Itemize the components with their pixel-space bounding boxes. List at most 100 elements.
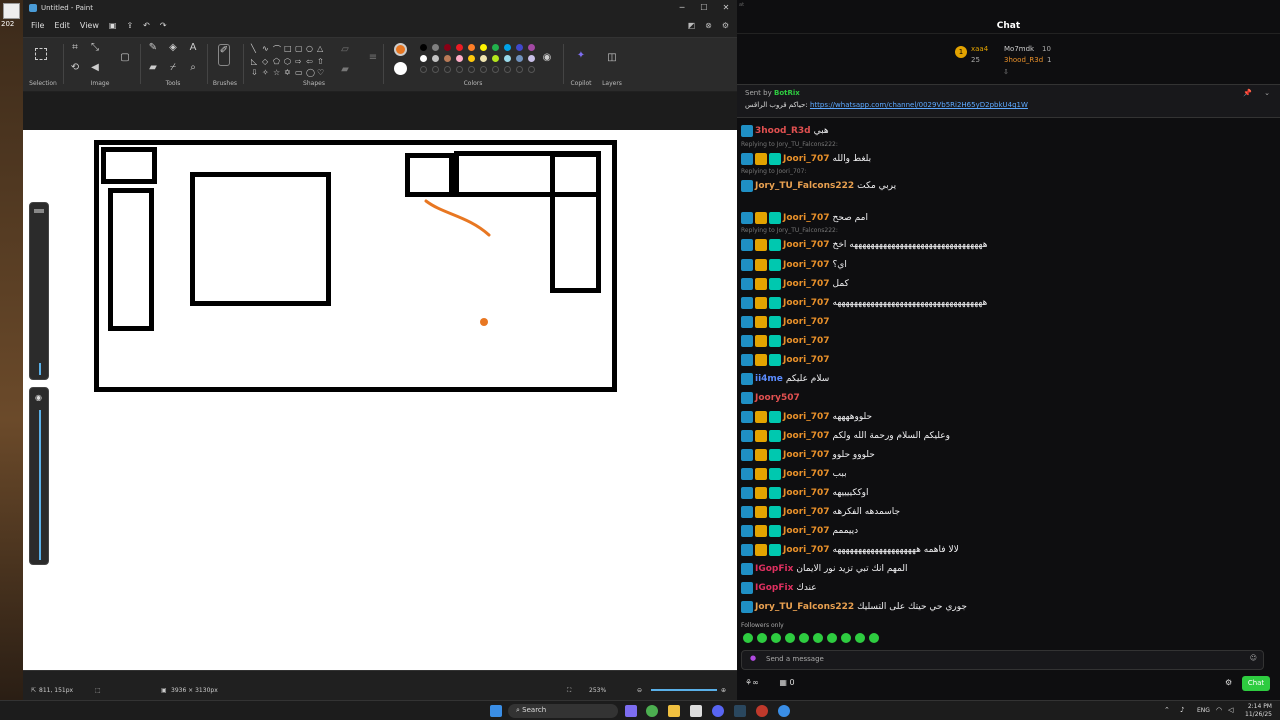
primary-color-swatch[interactable]	[394, 43, 407, 56]
share-icon[interactable]: ⇪	[126, 21, 133, 30]
store-icon[interactable]	[690, 705, 702, 717]
chat-username[interactable]: IGopFix	[755, 583, 793, 593]
emote-icon[interactable]	[743, 633, 753, 643]
file-explorer-icon[interactable]	[668, 705, 680, 717]
color-swatch[interactable]	[528, 55, 535, 62]
expand-icon[interactable]: ⇩	[1003, 68, 1009, 76]
opacity-slider[interactable]: ◉	[29, 387, 49, 565]
chrome-icon[interactable]	[646, 705, 658, 717]
pin-bot-name[interactable]: BotRix	[774, 89, 800, 97]
rotate-icon[interactable]: ⟲	[69, 62, 81, 74]
save-icon[interactable]: ▣	[109, 21, 117, 30]
brush-size-slider[interactable]	[29, 202, 49, 380]
emote-icon[interactable]	[841, 633, 851, 643]
chat-username[interactable]: Joory507	[755, 393, 800, 403]
empty-color-slot[interactable]	[456, 66, 463, 73]
pencil-icon[interactable]: ✎	[147, 42, 159, 54]
emote-icon[interactable]	[771, 633, 781, 643]
language-indicator[interactable]: ENG	[1197, 707, 1210, 714]
emote-icon[interactable]	[855, 633, 865, 643]
chat-username[interactable]: Joori_707	[783, 507, 830, 517]
gift-icon[interactable]: ▦	[779, 678, 787, 687]
layers-icon[interactable]: ◫	[606, 52, 618, 64]
chat-username[interactable]: Joori_707	[783, 213, 830, 223]
zoom-level[interactable]: 253%	[589, 687, 606, 694]
color-swatch[interactable]	[492, 55, 499, 62]
chat-username[interactable]: Joori_707	[783, 545, 830, 555]
brush-icon[interactable]: ✐	[218, 44, 230, 66]
chat-username[interactable]: Jory_TU_Falcons222	[755, 181, 854, 191]
chat-username[interactable]: 3hood_R3d	[755, 126, 811, 136]
account-icon[interactable]: ⊗	[705, 21, 712, 30]
tray-chevron-icon[interactable]: ⌃	[1164, 706, 1170, 714]
chat-username[interactable]: ii4me	[755, 374, 783, 384]
shapes-gallery[interactable]: ╲ ∿ ⌒ □ ▢ ○ △ ◺ ◇ ⬠ ⬡ ⇨ ⇦ ⇧ ⇩ ✧ ☆ ✡ ▭ ◯ ♡	[251, 44, 326, 78]
fill-icon[interactable]: ◈	[167, 42, 179, 54]
color-swatch[interactable]	[444, 55, 451, 62]
chat-username[interactable]: Joori_707	[783, 488, 830, 498]
magnifier-icon[interactable]: ⌕	[187, 62, 199, 74]
chat-username[interactable]: Joori_707	[783, 298, 830, 308]
steam-icon[interactable]	[734, 705, 746, 717]
chat-username[interactable]: Joori_707	[783, 336, 830, 346]
clock[interactable]: 2:14 PM 11/26/25	[1245, 703, 1272, 719]
empty-color-slot[interactable]	[516, 66, 523, 73]
color-swatch[interactable]	[504, 44, 511, 51]
empty-color-slot[interactable]	[420, 66, 427, 73]
color-swatch[interactable]	[468, 55, 475, 62]
color-swatch[interactable]	[420, 55, 427, 62]
menu-file[interactable]: File	[31, 21, 44, 30]
zoom-out-icon[interactable]: ⊖	[637, 687, 642, 694]
close-button[interactable]: ✕	[715, 0, 737, 15]
chat-username[interactable]: Joori_707	[783, 317, 830, 327]
copilot-icon[interactable]: ✦	[575, 50, 587, 62]
edit-colors-icon[interactable]: ◉	[541, 52, 553, 64]
shape-fill-icon[interactable]: ▰	[339, 64, 351, 76]
chat-username[interactable]: IGopFix	[755, 564, 793, 574]
mic-icon[interactable]: ●	[750, 654, 756, 662]
flip-icon[interactable]: ◀	[89, 62, 101, 74]
windows-start-icon[interactable]	[490, 705, 502, 717]
emote-icon[interactable]	[757, 633, 767, 643]
color-swatch[interactable]	[456, 55, 463, 62]
chat-username[interactable]: Joori_707	[783, 279, 830, 289]
emote-icon[interactable]	[799, 633, 809, 643]
color-swatch[interactable]	[456, 44, 463, 51]
chat-send-button[interactable]: Chat	[1242, 676, 1270, 691]
chat-settings-icon[interactable]: ⚙	[1225, 678, 1232, 687]
pin-icon[interactable]: 📌	[1243, 89, 1252, 97]
menu-view[interactable]: View	[80, 21, 99, 30]
empty-color-slot[interactable]	[528, 66, 535, 73]
chat-username[interactable]: Joori_707	[783, 260, 830, 270]
empty-color-slot[interactable]	[444, 66, 451, 73]
notification-icon[interactable]: ◩	[688, 21, 696, 30]
emote-icon[interactable]	[785, 633, 795, 643]
redo-icon[interactable]: ↷	[160, 21, 167, 30]
mic-tray-icon[interactable]: ♪	[1180, 706, 1184, 714]
color-picker-icon[interactable]: ⌿	[167, 62, 179, 74]
menu-edit[interactable]: Edit	[54, 21, 70, 30]
image-bg-icon[interactable]: ▢	[119, 52, 131, 64]
volume-icon[interactable]: ◁	[1228, 706, 1233, 714]
color-swatch[interactable]	[432, 55, 439, 62]
taskbar-search[interactable]: ⌕ Search	[508, 704, 618, 718]
zoom-in-icon[interactable]: ⊕	[721, 687, 726, 694]
text-icon[interactable]: A	[187, 42, 199, 54]
color-swatch[interactable]	[480, 55, 487, 62]
settings-icon[interactable]: ⚙	[722, 21, 729, 30]
resize-icon[interactable]: ⤡	[89, 42, 101, 54]
empty-color-slot[interactable]	[468, 66, 475, 73]
selection-icon[interactable]	[35, 48, 47, 60]
chat-username[interactable]: Joori_707	[783, 450, 830, 460]
channel-points-icon[interactable]: ⚘∞	[745, 678, 759, 687]
chat-username[interactable]: Joori_707	[783, 240, 830, 250]
color-swatch[interactable]	[468, 44, 475, 51]
chat-username[interactable]: Joori_707	[783, 431, 830, 441]
undo-icon[interactable]: ↶	[143, 21, 150, 30]
empty-color-slot[interactable]	[504, 66, 511, 73]
color-swatch[interactable]	[480, 44, 487, 51]
crop-icon[interactable]: ⌗	[69, 42, 81, 54]
emote-icon[interactable]	[813, 633, 823, 643]
empty-color-slot[interactable]	[492, 66, 499, 73]
obs-icon[interactable]	[756, 705, 768, 717]
